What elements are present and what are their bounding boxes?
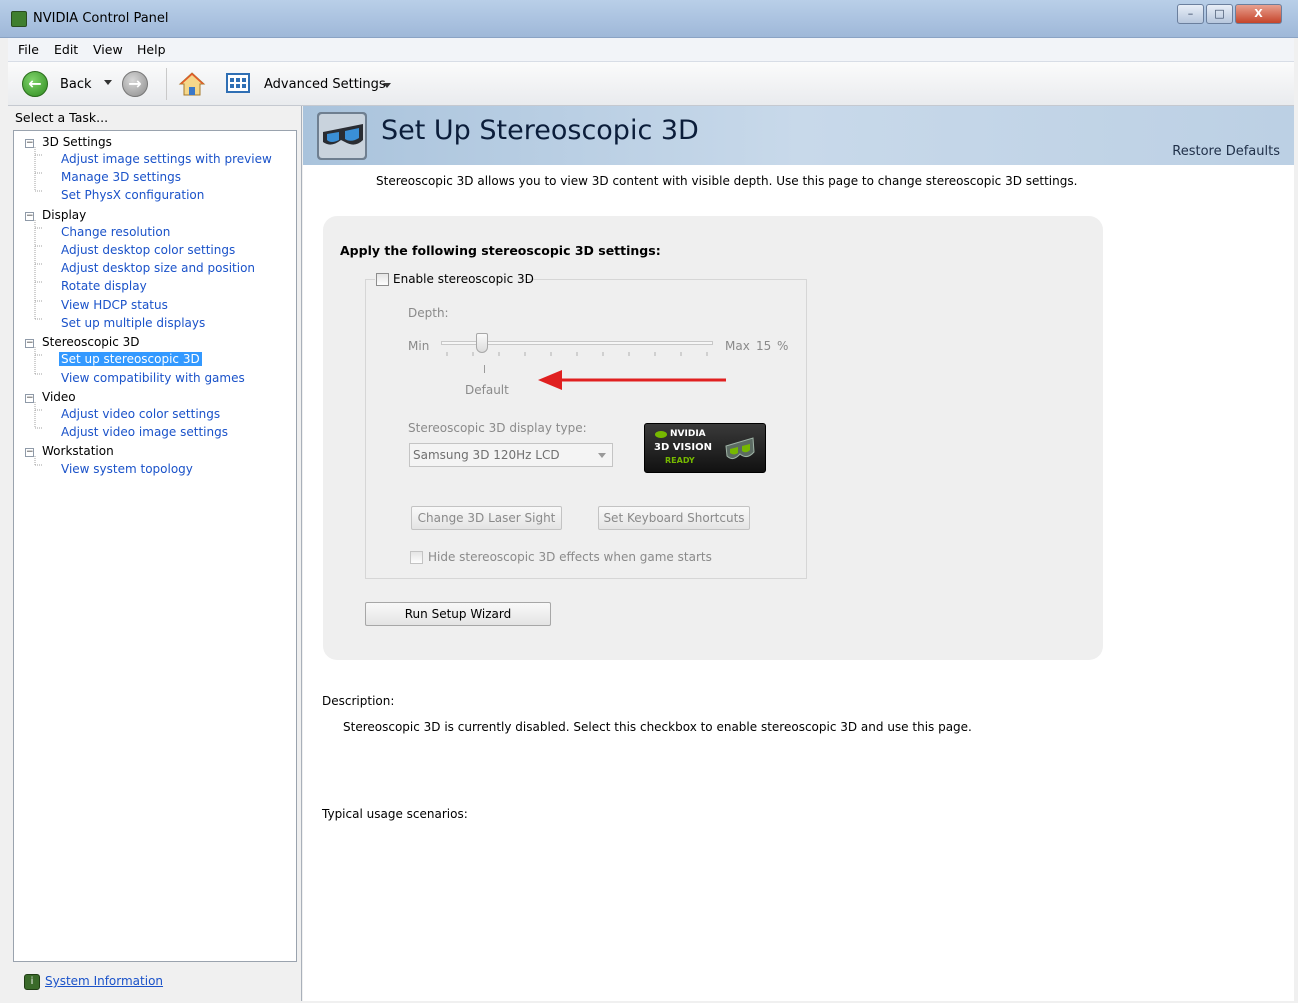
minimize-button[interactable]: –	[1177, 4, 1204, 24]
task-panel: Select a Task... − 3D Settings Adjust im…	[8, 106, 302, 1001]
run-setup-wizard-button[interactable]: Run Setup Wizard	[365, 602, 551, 626]
content-panel: Set Up Stereoscopic 3D Restore Defaults …	[303, 106, 1294, 1001]
advanced-settings-button[interactable]: Advanced Settings	[224, 71, 394, 99]
tree-item-manage-3d-settings[interactable]: Manage 3D settings	[61, 170, 181, 184]
tree-item-video-image[interactable]: Adjust video image settings	[61, 425, 228, 439]
depth-default-label: Default	[465, 383, 509, 397]
menu-help[interactable]: Help	[137, 42, 166, 57]
collapse-icon[interactable]: −	[25, 339, 34, 348]
tree-category-video[interactable]: Video	[42, 390, 76, 404]
tree-category-display[interactable]: Display	[42, 208, 86, 222]
chevron-down-icon	[598, 453, 606, 458]
stereo-settings-group: Depth: Min Default Max 15 % Stereoscopic…	[365, 279, 807, 579]
depth-unit: %	[777, 339, 789, 353]
task-panel-header: Select a Task...	[15, 110, 109, 125]
nvidia-app-icon	[11, 11, 27, 27]
tree-item-rotate-display[interactable]: Rotate display	[61, 279, 147, 293]
settings-panel: Apply the following stereoscopic 3D sett…	[323, 216, 1103, 660]
chevron-down-icon	[383, 83, 391, 88]
tree-item-adjust-image-settings[interactable]: Adjust image settings with preview	[61, 152, 272, 166]
stereoscopic-glasses-icon	[315, 110, 371, 162]
3d-glasses-icon	[723, 432, 757, 466]
tree-item-desktop-color[interactable]: Adjust desktop color settings	[61, 243, 235, 257]
settings-grid-icon	[226, 73, 250, 93]
back-arrow-icon: ←	[22, 71, 48, 97]
tree-item-desktop-size[interactable]: Adjust desktop size and position	[61, 261, 255, 275]
home-icon[interactable]	[178, 70, 206, 98]
collapse-icon[interactable]: −	[25, 212, 34, 221]
depth-max-label: Max	[725, 339, 750, 353]
tree-category-stereoscopic-3d[interactable]: Stereoscopic 3D	[42, 335, 140, 349]
tree-category-3d-settings[interactable]: 3D Settings	[42, 135, 112, 149]
tree-category-workstation[interactable]: Workstation	[42, 444, 114, 458]
forward-button[interactable]: →	[122, 71, 148, 97]
system-information-label: System Information	[45, 974, 164, 988]
hide-effects-label: Hide stereoscopic 3D effects when game s…	[428, 550, 712, 564]
tree-item-system-topology[interactable]: View system topology	[61, 462, 193, 476]
hide-effects-checkbox[interactable]	[410, 551, 423, 564]
collapse-icon[interactable]: −	[25, 448, 34, 457]
settings-heading: Apply the following stereoscopic 3D sett…	[340, 243, 661, 258]
close-button[interactable]: X	[1235, 4, 1282, 24]
depth-min-label: Min	[408, 339, 430, 353]
page-title: Set Up Stereoscopic 3D	[381, 115, 699, 146]
page-header: Set Up Stereoscopic 3D Restore Defaults	[303, 106, 1294, 165]
menu-view[interactable]: View	[93, 42, 123, 57]
window-title: NVIDIA Control Panel	[33, 11, 169, 26]
enable-stereoscopic-label: Enable stereoscopic 3D	[393, 272, 534, 286]
depth-label: Depth:	[408, 306, 449, 320]
display-type-dropdown[interactable]: Samsung 3D 120Hz LCD	[409, 443, 613, 467]
tree-item-multiple-displays[interactable]: Set up multiple displays	[61, 316, 205, 330]
nvidia-eye-icon	[655, 431, 667, 438]
badge-product: 3D VISION	[654, 442, 712, 453]
enable-stereoscopic-checkbox[interactable]	[376, 273, 389, 286]
tree-item-setup-stereoscopic-3d[interactable]: Set up stereoscopic 3D	[59, 352, 202, 366]
tree-item-change-resolution[interactable]: Change resolution	[61, 225, 170, 239]
back-history-dropdown-icon[interactable]	[104, 80, 112, 85]
display-type-value: Samsung 3D 120Hz LCD	[413, 448, 560, 462]
back-label: Back	[60, 77, 92, 92]
depth-slider-ticks	[446, 352, 708, 356]
menu-file[interactable]: File	[18, 42, 39, 57]
menu-bar: File Edit View Help	[8, 38, 1294, 62]
tree-item-video-color[interactable]: Adjust video color settings	[61, 407, 220, 421]
description-text: Stereoscopic 3D is currently disabled. S…	[343, 720, 972, 734]
usage-heading: Typical usage scenarios:	[322, 807, 468, 821]
collapse-icon[interactable]: −	[25, 394, 34, 403]
3d-vision-ready-badge: NVIDIA 3D VISION READY	[644, 423, 766, 473]
menu-edit[interactable]: Edit	[54, 42, 78, 57]
depth-slider-thumb[interactable]	[475, 333, 488, 353]
display-type-label: Stereoscopic 3D display type:	[408, 421, 587, 435]
change-laser-sight-button[interactable]: Change 3D Laser Sight	[411, 506, 562, 530]
task-tree: − 3D Settings Adjust image settings with…	[13, 130, 297, 962]
description-heading: Description:	[322, 694, 395, 708]
tree-item-game-compatibility[interactable]: View compatibility with games	[61, 371, 245, 385]
badge-brand: NVIDIA	[670, 429, 706, 439]
page-intro: Stereoscopic 3D allows you to view 3D co…	[376, 174, 1078, 188]
toolbar-separator	[166, 68, 167, 100]
toolbar: ← Back → Advanced Settings	[8, 62, 1294, 106]
annotation-arrow	[538, 370, 726, 390]
system-information-link[interactable]: i System Information	[24, 973, 224, 993]
restore-defaults-link[interactable]: Restore Defaults	[1172, 144, 1280, 159]
back-button[interactable]: ← Back	[22, 71, 122, 99]
tree-item-hdcp-status[interactable]: View HDCP status	[61, 298, 168, 312]
set-keyboard-shortcuts-button[interactable]: Set Keyboard Shortcuts	[598, 506, 750, 530]
system-info-icon: i	[24, 974, 40, 990]
title-bar: NVIDIA Control Panel – □ X	[0, 0, 1298, 38]
maximize-button[interactable]: □	[1206, 4, 1233, 24]
tree-item-set-physx[interactable]: Set PhysX configuration	[61, 188, 204, 202]
collapse-icon[interactable]: −	[25, 139, 34, 148]
advanced-settings-label: Advanced Settings	[264, 77, 386, 92]
enable-stereoscopic-row[interactable]: Enable stereoscopic 3D	[375, 271, 534, 289]
depth-value: 15	[756, 339, 772, 353]
badge-status: READY	[665, 456, 695, 465]
depth-default-marker	[484, 365, 485, 373]
